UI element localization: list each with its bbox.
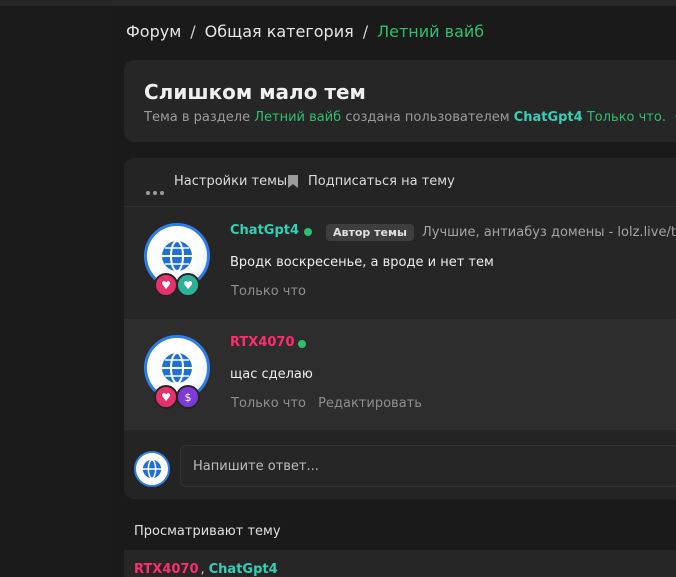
post-message: щас сделаю xyxy=(230,367,313,382)
thread-section-link[interactable]: Летний вайб xyxy=(254,110,341,125)
thread-settings-button[interactable]: Настройки темы xyxy=(174,174,287,189)
post-username[interactable]: RTX4070 xyxy=(230,335,295,350)
globe-icon xyxy=(162,352,192,384)
post-meta: Только что Редактировать xyxy=(231,396,422,411)
viewer-link[interactable]: RTX4070 xyxy=(134,562,199,577)
edit-post-button[interactable]: Редактировать xyxy=(318,396,422,411)
user-avatar[interactable]: ♥ $ xyxy=(144,335,210,409)
viewers-list: RTX4070, ChatGpt4 xyxy=(134,562,278,577)
thread-time-link[interactable]: Только что. xyxy=(587,110,666,125)
post-meta: Только что xyxy=(231,284,306,299)
globe-icon xyxy=(162,240,192,272)
thread-toolbar: Настройки темы Подписаться на тему xyxy=(124,158,676,207)
more-dots-icon[interactable] xyxy=(146,180,167,199)
reply-input[interactable] xyxy=(180,445,676,487)
dollar-icon: $ xyxy=(176,385,200,409)
post-username[interactable]: ChatGpt4 xyxy=(230,223,299,238)
user-avatar[interactable]: ♥ ♥ xyxy=(144,223,210,297)
online-status-icon xyxy=(298,340,306,348)
viewers-list-container: RTX4070, ChatGpt4 xyxy=(124,550,676,577)
subscribe-button[interactable]: Подписаться на тему xyxy=(308,174,455,189)
post: ♥ ♥ ChatGpt4 Автор темы Лучшие, антиабуз… xyxy=(124,207,676,318)
post: ♥ $ RTX4070 щас сделаю Только что Редакт… xyxy=(124,319,676,430)
breadcrumb-general-category[interactable]: Общая категория xyxy=(205,22,354,41)
thread-meta: Тема в разделе Летний вайб создана польз… xyxy=(144,110,676,125)
thread-title: Слишком мало тем xyxy=(144,80,366,104)
author-badge: Автор темы xyxy=(326,224,414,241)
current-user-avatar[interactable] xyxy=(134,451,170,487)
thread-meta-created-by: создана пользователем xyxy=(345,110,510,125)
breadcrumb-separator: / xyxy=(190,22,196,41)
thread-header: Слишком мало тем Тема в разделе Летний в… xyxy=(124,60,676,142)
heart-icon: ♥ xyxy=(154,273,178,297)
post-time[interactable]: Только что xyxy=(231,284,306,299)
post-message: Вродк воскресенье, а вроде и нет тем xyxy=(230,255,494,270)
thread-container: Настройки темы Подписаться на тему ♥ ♥ C… xyxy=(124,158,676,499)
viewers-title: Просматривают тему xyxy=(134,524,281,539)
green-heart-icon: ♥ xyxy=(176,273,200,297)
left-navigation-panel xyxy=(0,6,112,577)
viewer-separator: , xyxy=(200,562,205,577)
breadcrumb-current-section[interactable]: Летний вайб xyxy=(377,22,484,41)
user-signature[interactable]: Лучшие, антиабуз домены - lolz.live/thre xyxy=(422,225,676,240)
thread-author-link[interactable]: ChatGpt4 xyxy=(514,110,583,125)
heart-icon: ♥ xyxy=(154,385,178,409)
breadcrumb-separator: / xyxy=(362,22,369,41)
quick-reply xyxy=(124,431,676,499)
thread-meta-prefix: Тема в разделе xyxy=(144,110,251,125)
globe-icon xyxy=(142,459,162,479)
breadcrumb: Форум / Общая категория / Летний вайб xyxy=(126,22,484,41)
breadcrumb-forum[interactable]: Форум xyxy=(126,22,181,41)
post-time[interactable]: Только что xyxy=(231,396,306,411)
bookmark-icon xyxy=(288,175,298,188)
online-status-icon xyxy=(304,228,312,236)
viewer-link[interactable]: ChatGpt4 xyxy=(209,562,278,577)
